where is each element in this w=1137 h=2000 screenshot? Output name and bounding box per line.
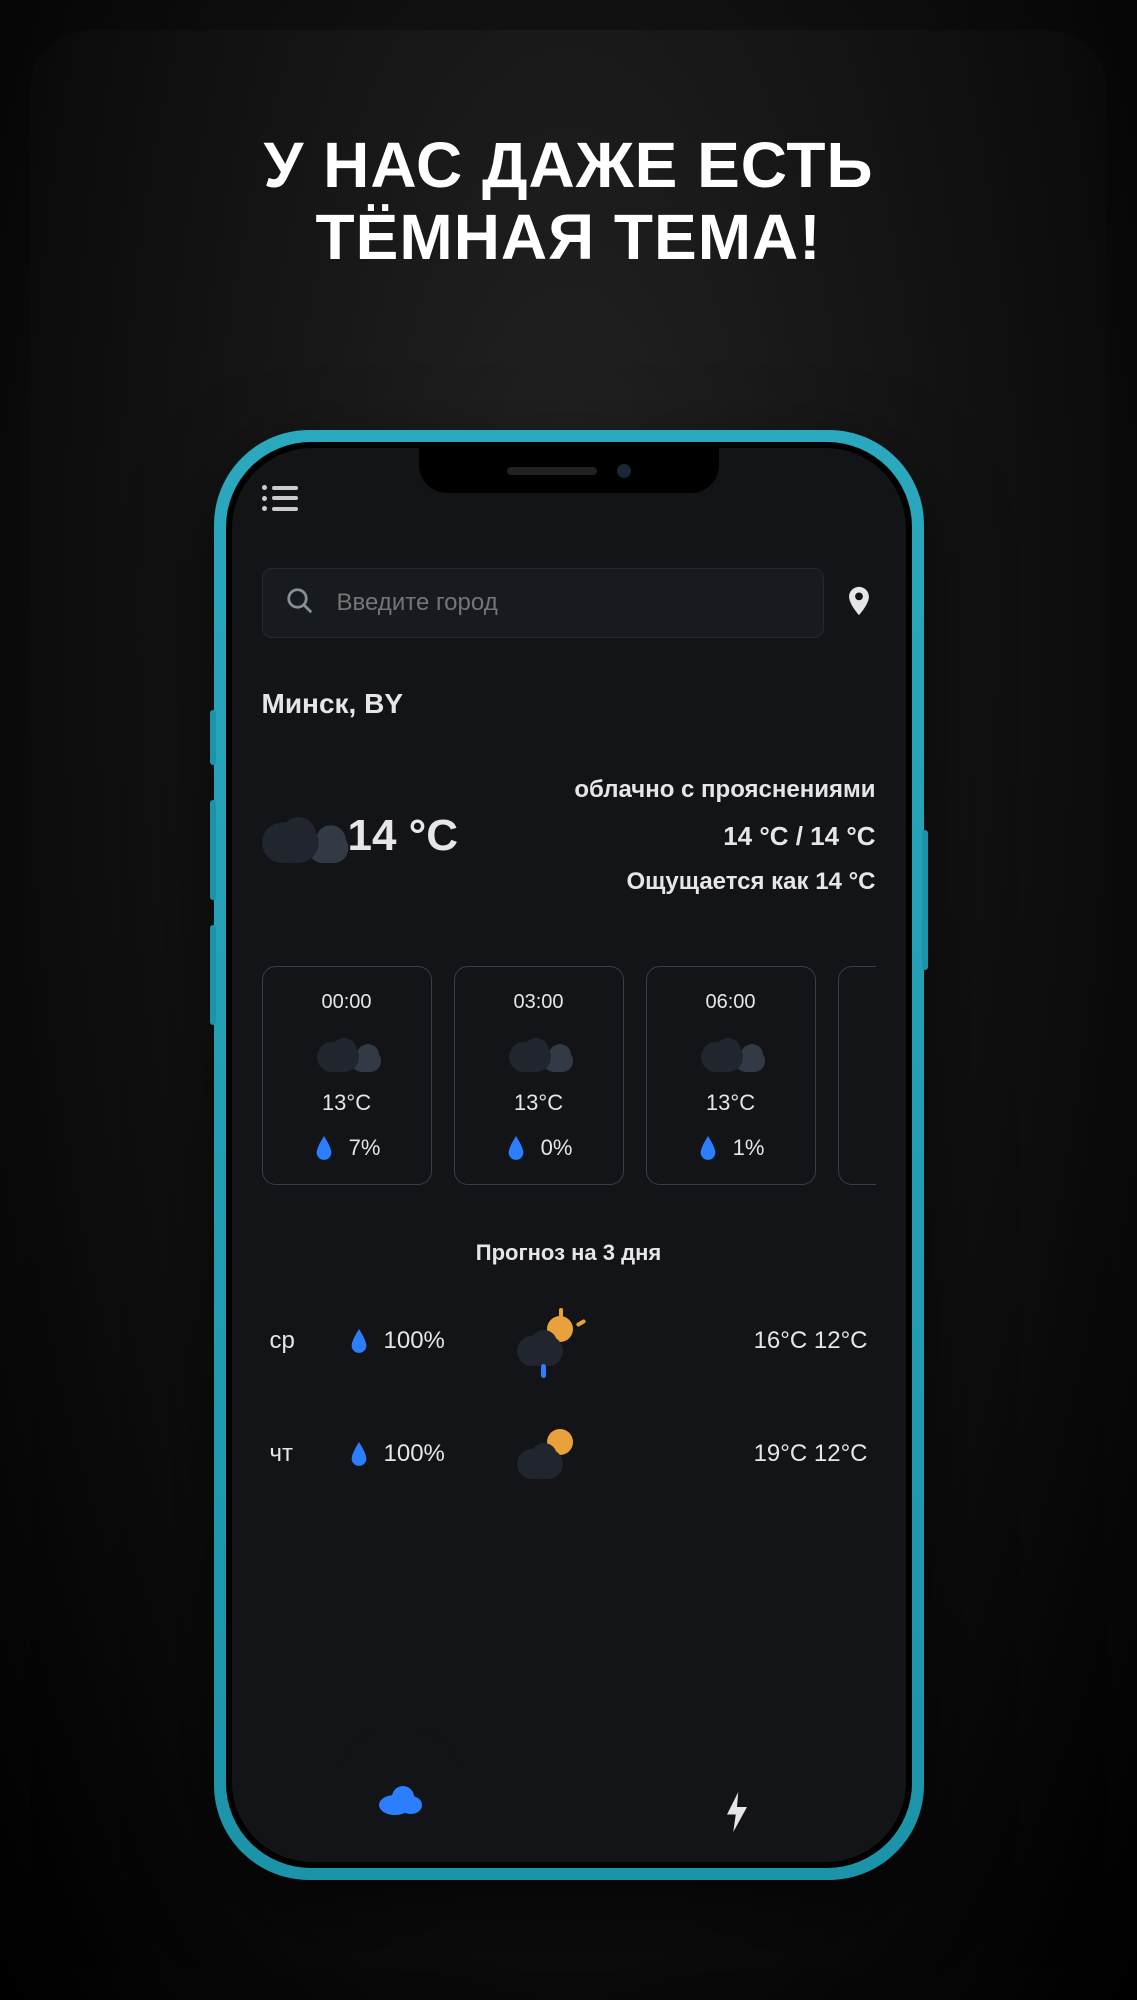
hourly-card[interactable]: 06:00 13°C 1% bbox=[646, 966, 816, 1185]
search-box[interactable] bbox=[262, 568, 824, 638]
daily-forecast: ср 100% bbox=[262, 1316, 876, 1472]
raindrop-icon bbox=[505, 1134, 527, 1162]
daily-row[interactable]: чт 100% 19°C bbox=[270, 1436, 868, 1472]
day-precip-value: 100% bbox=[384, 1440, 445, 1468]
current-weather: 14 °C облачно с прояснениями 14 °C / 14 … bbox=[262, 775, 876, 896]
hourly-card[interactable]: 00:00 13°C 7% bbox=[262, 966, 432, 1185]
headline-line-1: У НАС ДАЖЕ ЕСТЬ bbox=[0, 130, 1137, 202]
day-temps: 19°C 12°C bbox=[614, 1440, 868, 1468]
raindrop-icon bbox=[697, 1134, 719, 1162]
cloud-icon bbox=[317, 1032, 377, 1072]
hourly-card-partial[interactable] bbox=[838, 966, 876, 1185]
nav-tab-weather[interactable] bbox=[232, 1767, 569, 1862]
feels-like-temp: Ощущается как 14 °C bbox=[488, 868, 875, 896]
current-temperature: 14 °C bbox=[348, 811, 459, 861]
weather-app: Минск, BY 14 °C облачно с прояснениями 1… bbox=[232, 448, 906, 1862]
promo-headline: У НАС ДАЖЕ ЕСТЬ ТЁМНАЯ ТЕМА! bbox=[0, 130, 1137, 273]
phone-volume-up bbox=[210, 800, 216, 900]
lightning-icon bbox=[722, 1792, 752, 1837]
phone-frame: Минск, BY 14 °C облачно с прояснениями 1… bbox=[214, 430, 924, 1880]
day-low: 12°C bbox=[814, 1327, 868, 1354]
hourly-forecast[interactable]: 00:00 13°C 7% 03:00 13°C bbox=[262, 966, 876, 1185]
day-precip: 100% bbox=[348, 1440, 478, 1468]
bottom-nav bbox=[232, 1767, 906, 1862]
search-input[interactable] bbox=[337, 589, 801, 617]
phone-mute-switch bbox=[210, 710, 216, 765]
raindrop-icon bbox=[348, 1440, 370, 1468]
phone-notch bbox=[419, 448, 719, 493]
day-precip-value: 100% bbox=[384, 1327, 445, 1355]
raindrop-icon bbox=[313, 1134, 335, 1162]
daily-row[interactable]: ср 100% bbox=[270, 1316, 868, 1366]
location-label: Минск, BY bbox=[262, 688, 876, 720]
day-name: ср bbox=[270, 1327, 320, 1355]
hourly-precip: 0% bbox=[505, 1134, 573, 1162]
day-temps: 16°C 12°C bbox=[614, 1327, 868, 1355]
day-high: 16°C bbox=[754, 1327, 808, 1354]
hourly-precip-value: 7% bbox=[349, 1135, 381, 1161]
day-high: 19°C bbox=[754, 1440, 808, 1467]
location-pin-icon[interactable] bbox=[842, 584, 876, 623]
day-weather-icon bbox=[506, 1316, 586, 1366]
phone-camera bbox=[617, 464, 631, 478]
hourly-temp: 13°C bbox=[322, 1090, 371, 1116]
headline-line-2: ТЁМНАЯ ТЕМА! bbox=[0, 202, 1137, 274]
day-name: чт bbox=[270, 1440, 320, 1468]
search-icon bbox=[285, 586, 315, 621]
raindrop-icon bbox=[348, 1327, 370, 1355]
forecast-title: Прогноз на 3 дня bbox=[262, 1240, 876, 1266]
weather-description: облачно с прояснениями bbox=[488, 775, 875, 805]
cloud-icon bbox=[509, 1032, 569, 1072]
cloud-icon bbox=[377, 1783, 423, 1815]
sun-rain-icon bbox=[511, 1316, 581, 1366]
phone-speaker bbox=[507, 467, 597, 475]
hourly-precip-value: 0% bbox=[541, 1135, 573, 1161]
phone-power-button bbox=[922, 830, 928, 970]
day-low: 12°C bbox=[814, 1440, 868, 1467]
hourly-time: 06:00 bbox=[705, 991, 755, 1014]
hourly-precip: 7% bbox=[313, 1134, 381, 1162]
sun-cloud-icon bbox=[511, 1429, 581, 1479]
hourly-precip: 1% bbox=[697, 1134, 765, 1162]
nav-tab-alerts[interactable] bbox=[569, 1767, 906, 1862]
current-weather-icon bbox=[262, 809, 343, 863]
cloud-icon bbox=[701, 1032, 761, 1072]
phone-volume-down bbox=[210, 925, 216, 1025]
day-weather-icon bbox=[506, 1429, 586, 1479]
menu-icon[interactable] bbox=[262, 485, 298, 511]
high-low-temp: 14 °C / 14 °C bbox=[488, 821, 875, 852]
search-row bbox=[262, 568, 876, 638]
hourly-temp: 13°C bbox=[514, 1090, 563, 1116]
day-precip: 100% bbox=[348, 1327, 478, 1355]
hourly-temp: 13°C bbox=[706, 1090, 755, 1116]
hourly-time: 00:00 bbox=[321, 991, 371, 1014]
hourly-precip-value: 1% bbox=[733, 1135, 765, 1161]
hourly-card[interactable]: 03:00 13°C 0% bbox=[454, 966, 624, 1185]
hourly-time: 03:00 bbox=[513, 991, 563, 1014]
phone-screen: Минск, BY 14 °C облачно с прояснениями 1… bbox=[232, 448, 906, 1862]
